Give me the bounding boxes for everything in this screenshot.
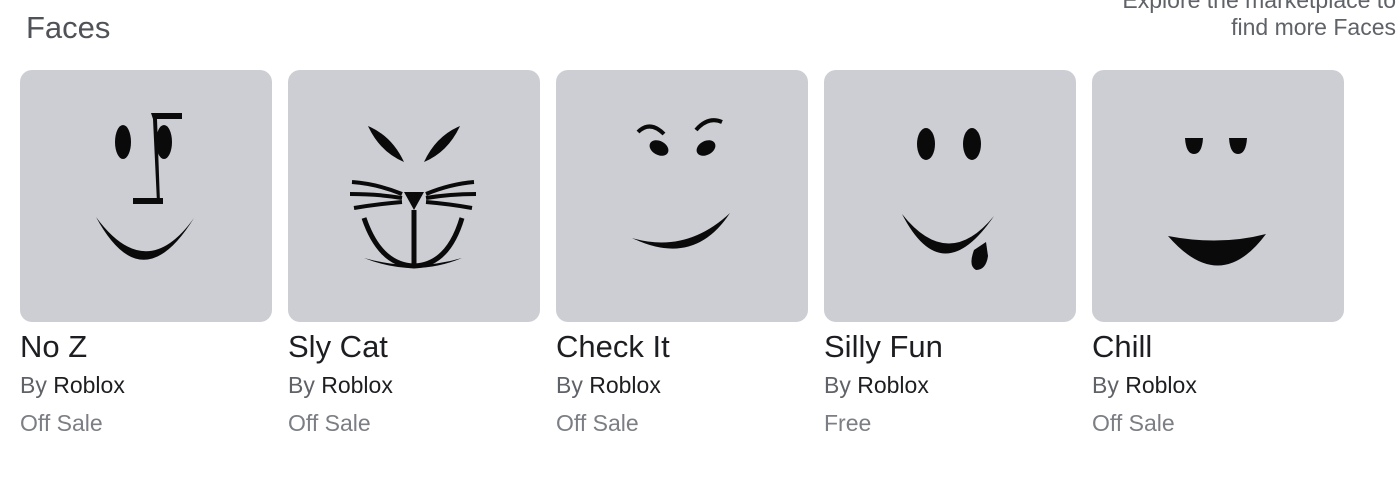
chill-face-icon bbox=[1168, 138, 1266, 266]
creator-link[interactable]: Roblox bbox=[857, 372, 929, 398]
item-price: Free bbox=[824, 410, 872, 436]
item-card[interactable]: Check It By Roblox Off Sale bbox=[556, 70, 808, 438]
item-creator: By Roblox bbox=[1092, 370, 1344, 400]
by-label: By bbox=[20, 372, 47, 398]
item-card[interactable]: Chill By Roblox Off Sale bbox=[1092, 70, 1344, 438]
item-name[interactable]: Chill bbox=[1092, 328, 1344, 366]
section-title: Faces bbox=[26, 10, 111, 45]
item-name[interactable]: No Z bbox=[20, 328, 272, 366]
item-price: Off Sale bbox=[556, 410, 639, 436]
creator-link[interactable]: Roblox bbox=[589, 372, 661, 398]
item-card[interactable]: No Z By Roblox Off Sale bbox=[20, 70, 272, 438]
item-creator: By Roblox bbox=[20, 370, 272, 400]
item-creator: By Roblox bbox=[556, 370, 808, 400]
sly-cat-face-icon bbox=[349, 126, 477, 269]
item-thumbnail[interactable] bbox=[1092, 70, 1344, 322]
item-name[interactable]: Check It bbox=[556, 328, 808, 366]
item-price: Off Sale bbox=[288, 410, 371, 436]
no-z-face-icon bbox=[96, 113, 194, 260]
item-price: Off Sale bbox=[1092, 410, 1175, 436]
item-name[interactable]: Sly Cat bbox=[288, 328, 540, 366]
item-card[interactable]: Silly Fun By Roblox Free bbox=[824, 70, 1076, 438]
explore-marketplace-link[interactable]: Explore the marketplace to find more Fac… bbox=[1076, 0, 1396, 41]
creator-link[interactable]: Roblox bbox=[321, 372, 393, 398]
silly-fun-face-icon bbox=[902, 128, 994, 270]
item-thumbnail[interactable] bbox=[288, 70, 540, 322]
explore-link-line-2: find more Faces bbox=[1231, 14, 1396, 40]
creator-link[interactable]: Roblox bbox=[1125, 372, 1197, 398]
by-label: By bbox=[288, 372, 315, 398]
creator-link[interactable]: Roblox bbox=[53, 372, 125, 398]
explore-link-line-1: Explore the marketplace to bbox=[1122, 0, 1396, 13]
item-thumbnail[interactable] bbox=[824, 70, 1076, 322]
item-thumbnail[interactable] bbox=[20, 70, 272, 322]
item-card[interactable]: Sly Cat By Roblox Off Sale bbox=[288, 70, 540, 438]
item-thumbnail[interactable] bbox=[556, 70, 808, 322]
item-creator: By Roblox bbox=[288, 370, 540, 400]
item-price: Off Sale bbox=[20, 410, 103, 436]
check-it-face-icon bbox=[632, 118, 730, 249]
item-name[interactable]: Silly Fun bbox=[824, 328, 1076, 366]
by-label: By bbox=[556, 372, 583, 398]
item-creator: By Roblox bbox=[824, 370, 1076, 400]
by-label: By bbox=[824, 372, 851, 398]
by-label: By bbox=[1092, 372, 1119, 398]
